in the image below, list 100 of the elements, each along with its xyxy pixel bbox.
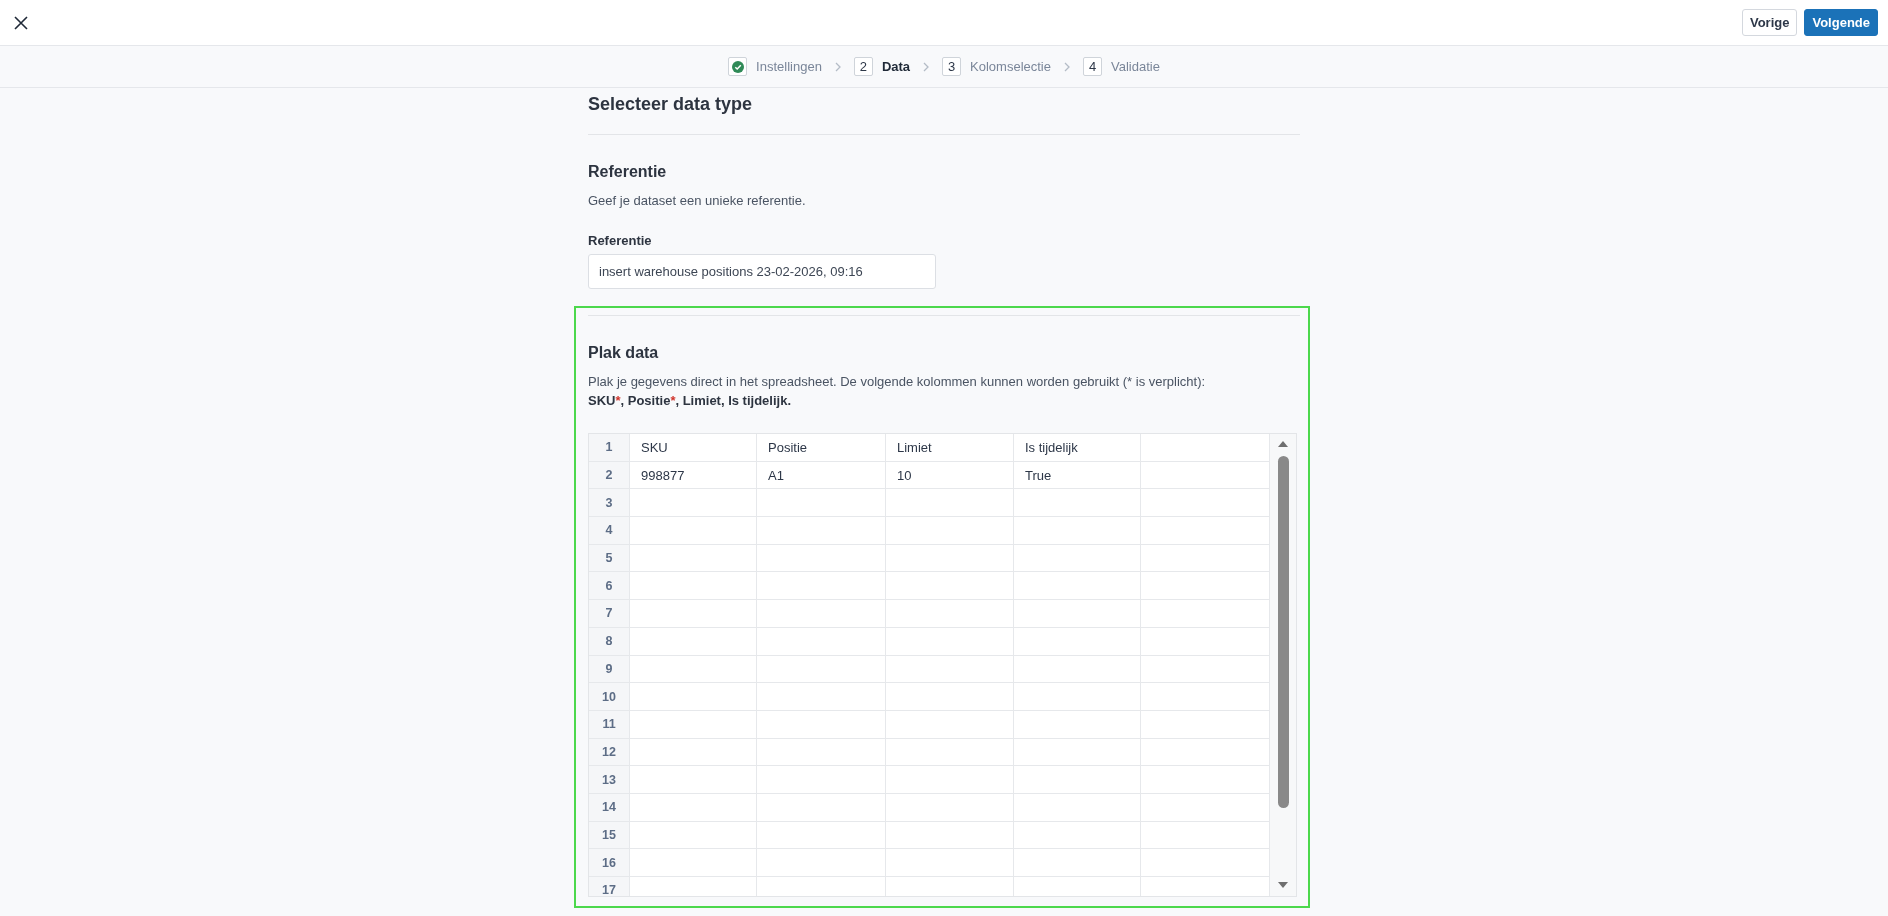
spreadsheet-cell[interactable]	[757, 821, 886, 850]
spreadsheet-cell[interactable]	[630, 627, 757, 656]
step-label[interactable]: Validatie	[1111, 59, 1160, 74]
step-label[interactable]: Kolomselectie	[970, 59, 1051, 74]
row-number: 14	[589, 793, 630, 822]
spreadsheet-cell[interactable]	[630, 544, 757, 573]
row-number: 4	[589, 517, 630, 545]
spreadsheet-cell[interactable]	[1014, 544, 1141, 573]
spreadsheet-cell[interactable]	[1014, 600, 1141, 628]
spreadsheet-cell[interactable]	[1014, 517, 1141, 545]
spreadsheet-cell[interactable]	[886, 517, 1014, 545]
spreadsheet-cell[interactable]	[757, 849, 886, 877]
spreadsheet-cell[interactable]	[757, 710, 886, 739]
spreadsheet-cell[interactable]	[757, 655, 886, 684]
spreadsheet-cell[interactable]	[757, 766, 886, 794]
step-number: 2	[853, 57, 873, 76]
spreadsheet-cell[interactable]	[757, 517, 886, 545]
spreadsheet-cell[interactable]	[630, 655, 757, 684]
row-number: 12	[589, 738, 630, 767]
spreadsheet-cell[interactable]	[886, 683, 1014, 711]
spreadsheet-cell[interactable]: SKU	[630, 434, 757, 462]
row-number: 3	[589, 489, 630, 518]
spreadsheet-cell[interactable]	[1014, 710, 1141, 739]
spreadsheet-cell[interactable]	[630, 738, 757, 767]
row-number: 5	[589, 544, 630, 573]
spreadsheet-cell[interactable]: 998877	[630, 461, 757, 490]
spreadsheet-cell[interactable]	[886, 821, 1014, 850]
spreadsheet-cell[interactable]	[630, 793, 757, 822]
chevron-right-icon	[1064, 61, 1070, 72]
next-button[interactable]: Volgende	[1804, 9, 1878, 36]
section-title: Referentie	[588, 162, 668, 182]
spreadsheet-cell[interactable]	[1014, 489, 1141, 518]
spreadsheet-cell[interactable]	[630, 600, 757, 628]
spreadsheet-cell[interactable]	[886, 544, 1014, 573]
step-label[interactable]: Instellingen	[756, 59, 822, 74]
spreadsheet-cell[interactable]	[757, 793, 886, 822]
chevron-right-icon	[834, 61, 841, 72]
spreadsheet-cell[interactable]	[630, 849, 757, 877]
previous-button[interactable]: Vorige	[1741, 9, 1798, 36]
spreadsheet-cell[interactable]: Is tijdelijk	[1014, 434, 1141, 462]
field-label: Referentie	[588, 232, 653, 250]
spreadsheet-cell[interactable]	[757, 600, 886, 628]
chevron-right-icon	[923, 61, 930, 72]
section-description: Geef je dataset een unieke referentie.	[588, 192, 807, 210]
spreadsheet-cell[interactable]: True	[1014, 461, 1141, 490]
spreadsheet-cell[interactable]	[630, 489, 757, 518]
scrollbar[interactable]	[1270, 434, 1296, 896]
spreadsheet-cell[interactable]	[757, 627, 886, 656]
spreadsheet-cell[interactable]	[886, 710, 1014, 739]
spreadsheet-cell[interactable]	[757, 489, 886, 518]
step-label[interactable]: Data	[881, 59, 911, 74]
reference-input[interactable]: insert warehouse positions 23-02-2026, 09:16	[588, 254, 936, 289]
row-number: 13	[589, 766, 630, 794]
spreadsheet-cell[interactable]	[1014, 766, 1141, 794]
spreadsheet-cell[interactable]	[757, 738, 886, 767]
row-number: 2	[589, 461, 630, 490]
spreadsheet-cell[interactable]	[1014, 572, 1141, 601]
spreadsheet-cell[interactable]	[1014, 627, 1141, 656]
row-number: 9	[589, 655, 630, 684]
row-number: 17	[589, 877, 630, 896]
scroll-up-icon[interactable]	[1278, 441, 1288, 447]
spreadsheet-cell[interactable]	[630, 517, 757, 545]
spreadsheet-cell[interactable]	[630, 821, 757, 850]
step-number: 4	[1083, 57, 1102, 76]
scrollbar-thumb[interactable]	[1277, 456, 1289, 808]
row-number: 7	[589, 600, 630, 628]
section-description: Plak je gegevens direct in het spreadsheet. De volgende kolommen kunnen worden gebruikt (* is verplicht):	[588, 373, 1207, 391]
spreadsheet-cell[interactable]	[757, 683, 886, 711]
spreadsheet-cell[interactable]	[1014, 793, 1141, 822]
spreadsheet-cell[interactable]	[1014, 738, 1141, 767]
spreadsheet-cell[interactable]	[630, 710, 757, 739]
spreadsheet-cell[interactable]	[757, 544, 886, 573]
spreadsheet-cell[interactable]	[1014, 655, 1141, 684]
step-number: 3	[942, 57, 962, 76]
row-number: 16	[589, 849, 630, 877]
spreadsheet-cell[interactable]	[1014, 821, 1141, 850]
row-number: 10	[589, 683, 630, 711]
spreadsheet-cell[interactable]	[1014, 849, 1141, 877]
row-number: 8	[589, 627, 630, 656]
spreadsheet-cell[interactable]	[630, 572, 757, 601]
spreadsheet-cell[interactable]: A1	[757, 461, 886, 490]
spreadsheet-cell[interactable]	[1014, 683, 1141, 711]
spreadsheet-cell[interactable]	[886, 627, 1014, 656]
spreadsheet-cell[interactable]	[886, 766, 1014, 794]
spreadsheet-cell[interactable]	[886, 572, 1014, 601]
scroll-down-icon[interactable]	[1278, 882, 1288, 888]
column-list: SKU*, Positie*, Limiet, Is tijdelijk.	[588, 391, 1300, 411]
spreadsheet-cell[interactable]	[886, 738, 1014, 767]
spreadsheet-cell[interactable]	[886, 793, 1014, 822]
spreadsheet-cell[interactable]	[630, 766, 757, 794]
spreadsheet-cell[interactable]	[886, 489, 1014, 518]
spreadsheet-cell[interactable]	[886, 600, 1014, 628]
spreadsheet-cell[interactable]: Positie	[757, 434, 886, 462]
spreadsheet-cell[interactable]	[886, 655, 1014, 684]
row-number: 15	[589, 821, 630, 850]
spreadsheet-cell[interactable]: Limiet	[886, 434, 1014, 462]
spreadsheet-cell[interactable]	[886, 849, 1014, 877]
spreadsheet-cell[interactable]: 10	[886, 461, 1014, 490]
spreadsheet-cell[interactable]	[757, 572, 886, 601]
spreadsheet-cell[interactable]	[630, 683, 757, 711]
